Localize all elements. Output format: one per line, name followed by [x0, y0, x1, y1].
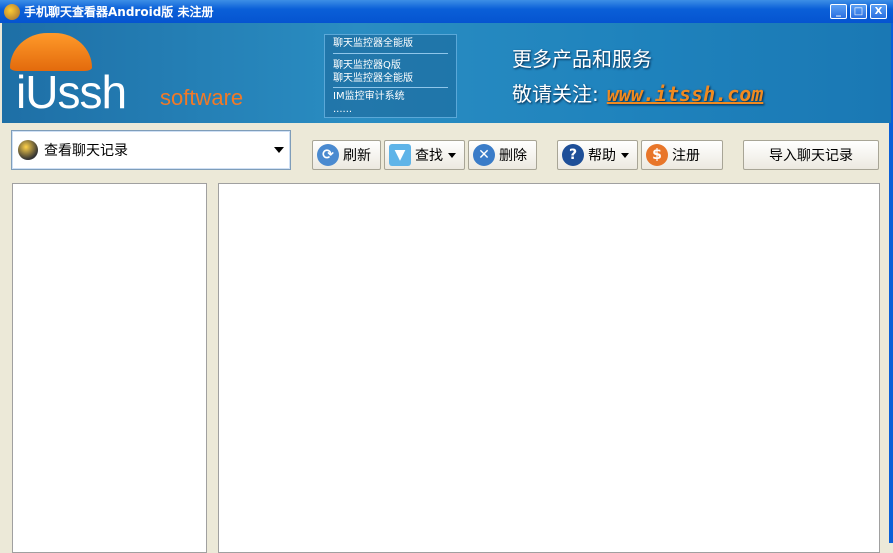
- title-bar: 手机聊天查看器Android版 未注册 _ □ X: [0, 0, 893, 23]
- find-button[interactable]: ▼ 查找: [384, 140, 465, 170]
- chat-content-panel[interactable]: [218, 183, 880, 553]
- close-button[interactable]: X: [870, 4, 887, 19]
- app-icon: [4, 3, 20, 20]
- refresh-label: 刷新: [343, 148, 371, 164]
- import-button[interactable]: 导入聊天记录: [743, 140, 879, 170]
- slogan-line2: 敬请关注: www.itssh.com: [512, 78, 763, 107]
- help-label: 帮助: [588, 148, 616, 164]
- chevron-down-icon: [448, 153, 456, 162]
- delete-label: 删除: [499, 148, 527, 164]
- register-label: 注册: [672, 148, 700, 164]
- product-menu[interactable]: 聊天监控器全能版 聊天监控器Q版 聊天监控器全能版 IM监控审计系统 .....…: [324, 34, 457, 118]
- logo-subtitle: software: [160, 85, 244, 110]
- view-select[interactable]: 查看聊天记录: [11, 130, 291, 170]
- funnel-icon: ▼: [389, 144, 411, 166]
- help-icon: ?: [562, 144, 584, 166]
- slogan-line1: 更多产品和服务: [512, 47, 652, 71]
- product-menu-header[interactable]: 聊天监控器全能版: [333, 37, 448, 54]
- slogan-follow: 敬请关注:: [512, 82, 599, 106]
- product-menu-item[interactable]: 聊天监控器全能版: [333, 72, 448, 88]
- product-menu-item[interactable]: IM监控审计系统: [333, 90, 448, 103]
- minimize-button[interactable]: _: [830, 4, 847, 19]
- refresh-icon: ⟳: [317, 144, 339, 166]
- register-button[interactable]: $ 注册: [641, 140, 723, 170]
- product-menu-item[interactable]: ......: [333, 103, 448, 116]
- qq-icon: [18, 140, 38, 160]
- contact-list-panel[interactable]: [12, 183, 207, 553]
- import-label: 导入聊天记录: [769, 148, 853, 164]
- chevron-down-icon: [621, 153, 629, 162]
- banner: iUssh software 聊天监控器全能版 聊天监控器Q版 聊天监控器全能版…: [2, 23, 891, 123]
- help-button[interactable]: ? 帮助: [557, 140, 638, 170]
- dollar-icon: $: [646, 144, 668, 166]
- maximize-button[interactable]: □: [850, 4, 867, 19]
- product-menu-item[interactable]: 聊天监控器Q版: [333, 59, 448, 72]
- chevron-down-icon[interactable]: [274, 147, 284, 158]
- logo: iUssh: [16, 66, 127, 118]
- delete-button[interactable]: ✕ 删除: [468, 140, 537, 170]
- find-label: 查找: [415, 148, 443, 164]
- refresh-button[interactable]: ⟳ 刷新: [312, 140, 381, 170]
- window-title: 手机聊天查看器Android版 未注册: [24, 5, 214, 19]
- view-select-value: 查看聊天记录: [44, 143, 128, 159]
- website-link[interactable]: www.itssh.com: [607, 82, 764, 106]
- delete-icon: ✕: [473, 144, 495, 166]
